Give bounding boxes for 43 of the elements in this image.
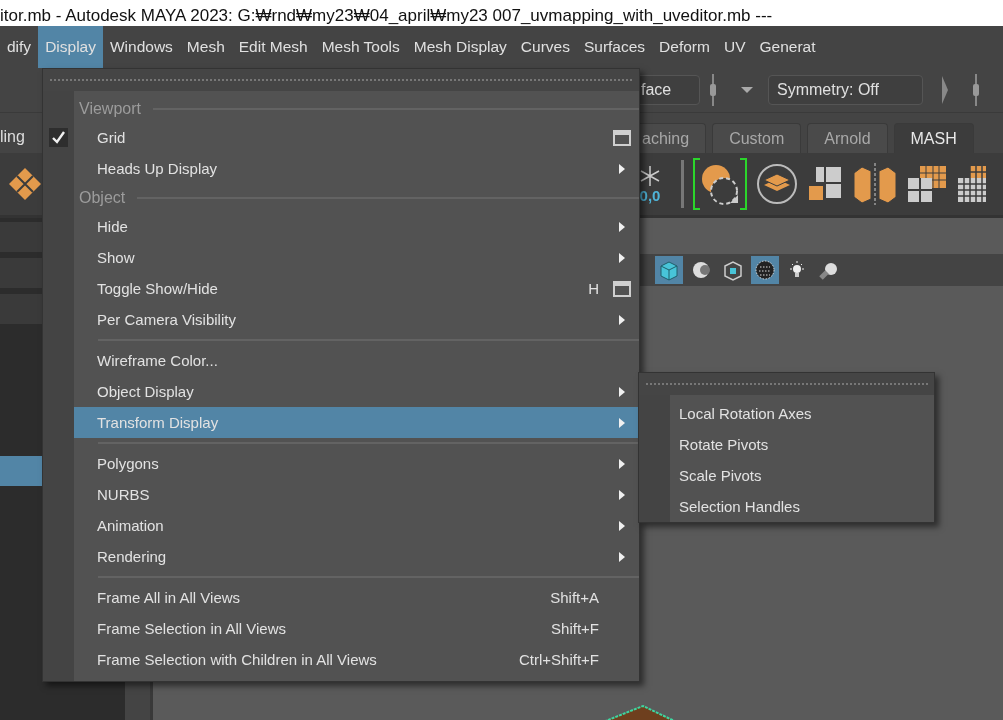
- menu-item[interactable]: Frame Selection in All Views Shift+F: [74, 613, 639, 644]
- menu-item[interactable]: Scale Pivots: [670, 460, 934, 491]
- menu-bar-item[interactable]: Generat: [752, 26, 823, 68]
- shelf-tab[interactable]: Custom: [712, 123, 802, 153]
- menu-bar-item[interactable]: Mesh: [179, 26, 232, 68]
- menu-bar-item[interactable]: UV: [716, 26, 753, 68]
- menu-item[interactable]: NURBS: [74, 479, 639, 510]
- menu-item[interactable]: Show: [74, 242, 639, 273]
- shelf-tab[interactable]: Arnold: [807, 123, 888, 153]
- shelf-tab[interactable]: MASH: [893, 123, 974, 153]
- menu-bar-item[interactable]: Windows: [102, 26, 180, 68]
- menu-item[interactable]: Object Display: [74, 376, 639, 407]
- menu-item[interactable]: Wireframe Color...: [74, 345, 639, 376]
- menu-item[interactable]: Hide: [74, 211, 639, 242]
- menu-item[interactable]: Heads Up Display: [74, 153, 639, 184]
- menu-item[interactable]: Frame Selection with Children in All Views Ctrl+Shift+F: [74, 644, 639, 675]
- menu-item[interactable]: Rotate Pivots: [670, 429, 934, 460]
- menu-bar-item[interactable]: dify: [0, 26, 39, 68]
- symmetry-field[interactable]: Symmetry: Off: [768, 75, 923, 105]
- menu-item[interactable]: Per Camera Visibility: [74, 304, 639, 335]
- menu-item[interactable]: Selection Handles: [670, 491, 934, 522]
- menu-bar-item[interactable]: Deform: [652, 26, 717, 68]
- section-header: Viewport: [79, 99, 141, 118]
- menu-item[interactable]: Transform Display: [74, 407, 639, 438]
- menu-bar-item[interactable]: Surfaces: [576, 26, 653, 68]
- menu-item[interactable]: Rendering: [74, 541, 639, 572]
- snap-value: 0,0: [639, 186, 661, 204]
- menu-item[interactable]: Animation: [74, 510, 639, 541]
- shortcut-label: Shift+A: [550, 589, 599, 606]
- menu-bar-item[interactable]: Mesh Display: [406, 26, 514, 68]
- shortcut-label: Shift+F: [551, 620, 599, 637]
- panel-tab[interactable]: ling: [0, 128, 40, 146]
- menu-bar-item[interactable]: Mesh Tools: [314, 26, 407, 68]
- window-title: itor.mb - Autodesk MAYA 2023: G:₩rnd₩my23₩04_april₩my23 007_uvmapping_with_uveditor.mb ---: [0, 6, 773, 26]
- menu-item[interactable]: Toggle Show/Hide H: [74, 273, 639, 304]
- menu-item[interactable]: Frame All in All Views Shift+A: [74, 582, 639, 613]
- menu-item[interactable]: Local Rotation Axes: [670, 398, 934, 429]
- section-header: Object: [79, 188, 126, 207]
- menu-item[interactable]: Polygons: [74, 448, 639, 479]
- menu-bar-item[interactable]: Curves: [513, 26, 577, 68]
- shortcut-label: H: [588, 280, 599, 297]
- shortcut-label: Ctrl+Shift+F: [518, 651, 599, 668]
- menu-bar-item[interactable]: Edit Mesh: [231, 26, 315, 68]
